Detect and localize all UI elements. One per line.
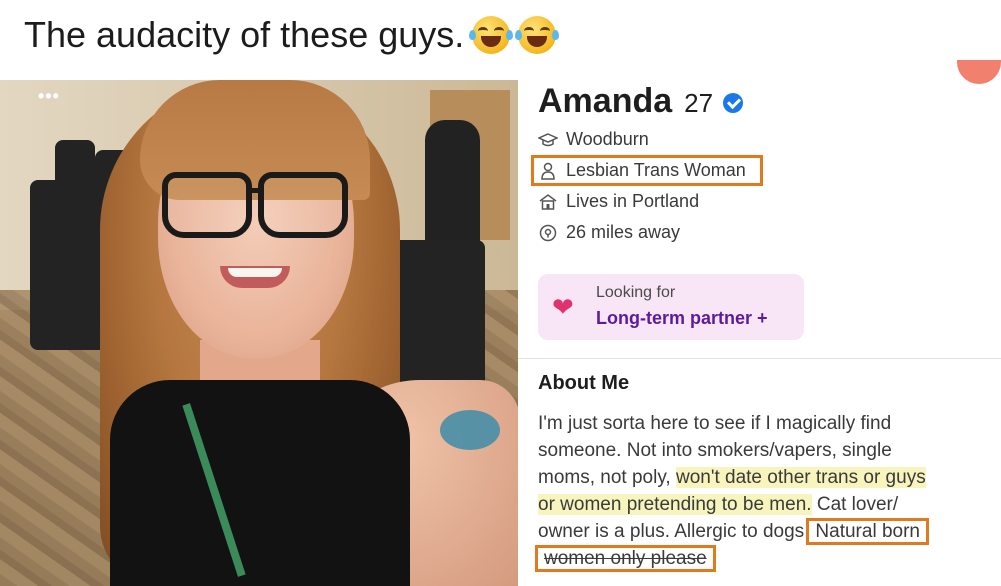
- highlighted-text: or women pretending to be men.: [538, 494, 812, 515]
- home-icon: [538, 193, 558, 211]
- section-divider: [518, 358, 1001, 359]
- highlighted-text: won't date other trans or guys: [675, 467, 926, 488]
- about-line: women only please: [535, 545, 998, 572]
- highlight-box: Lesbian Trans Woman: [531, 155, 763, 186]
- highlight-box: Natural born: [806, 518, 929, 545]
- attribute-school: Woodburn: [538, 124, 760, 155]
- profile-attributes: Woodburn Lesbian Trans Woman Lives in Po…: [531, 124, 763, 248]
- profile-name: Amanda: [538, 82, 673, 120]
- attribute-text: Lives in Portland: [566, 191, 700, 211]
- profile-photo[interactable]: •••: [0, 80, 518, 586]
- tears-of-joy-icon: [515, 16, 560, 54]
- about-line: owner is a plus. Allergic to dogs Natura…: [538, 518, 998, 545]
- attribute-residence: Lives in Portland: [538, 186, 760, 217]
- about-me-title: About Me: [538, 372, 630, 394]
- tears-of-joy-icon: [469, 16, 514, 54]
- about-me-text: I'm just sorta here to see if I magicall…: [535, 410, 998, 572]
- looking-for-label: Looking for: [596, 284, 676, 301]
- about-line: or women pretending to be men. Cat lover…: [538, 491, 998, 518]
- about-text-fragment: Cat lover/: [811, 494, 899, 515]
- looking-for-value: Long-term partner +: [596, 308, 768, 328]
- more-options-icon[interactable]: •••: [38, 86, 60, 107]
- attribute-identity: Lesbian Trans Woman: [531, 155, 763, 186]
- person-icon: [538, 162, 558, 180]
- profile-panel: Amanda 27 Woodburn Lesbian Trans Woman L…: [518, 60, 1001, 586]
- about-line: I'm just sorta here to see if I magicall…: [538, 413, 892, 434]
- heart-icon: ❤: [552, 292, 574, 322]
- attribute-distance: 26 miles away: [538, 217, 760, 248]
- about-line: moms, not poly, won't date other trans o…: [538, 464, 998, 491]
- post-caption: The audacity of these guys.: [24, 14, 560, 56]
- about-text-fragment: owner is a plus. Allergic to dogs: [538, 521, 805, 542]
- about-text-fragment: moms, not poly,: [538, 467, 676, 488]
- profile-age: 27: [684, 88, 714, 118]
- attribute-text: Woodburn: [566, 129, 649, 149]
- highlight-box: women only please: [535, 545, 716, 572]
- verified-badge-icon: [723, 93, 744, 113]
- caption-text: The audacity of these guys.: [24, 14, 465, 55]
- looking-for-card[interactable]: ❤ Looking for Long-term partner +: [538, 274, 804, 340]
- profile-header: Amanda 27: [538, 82, 744, 121]
- about-line: someone. Not into smokers/vapers, single: [538, 440, 892, 461]
- location-pin-icon: [538, 224, 558, 242]
- attribute-text: Lesbian Trans Woman: [566, 160, 746, 180]
- school-icon: [538, 131, 558, 149]
- attribute-text: 26 miles away: [566, 222, 681, 242]
- action-button-edge[interactable]: [957, 60, 1001, 84]
